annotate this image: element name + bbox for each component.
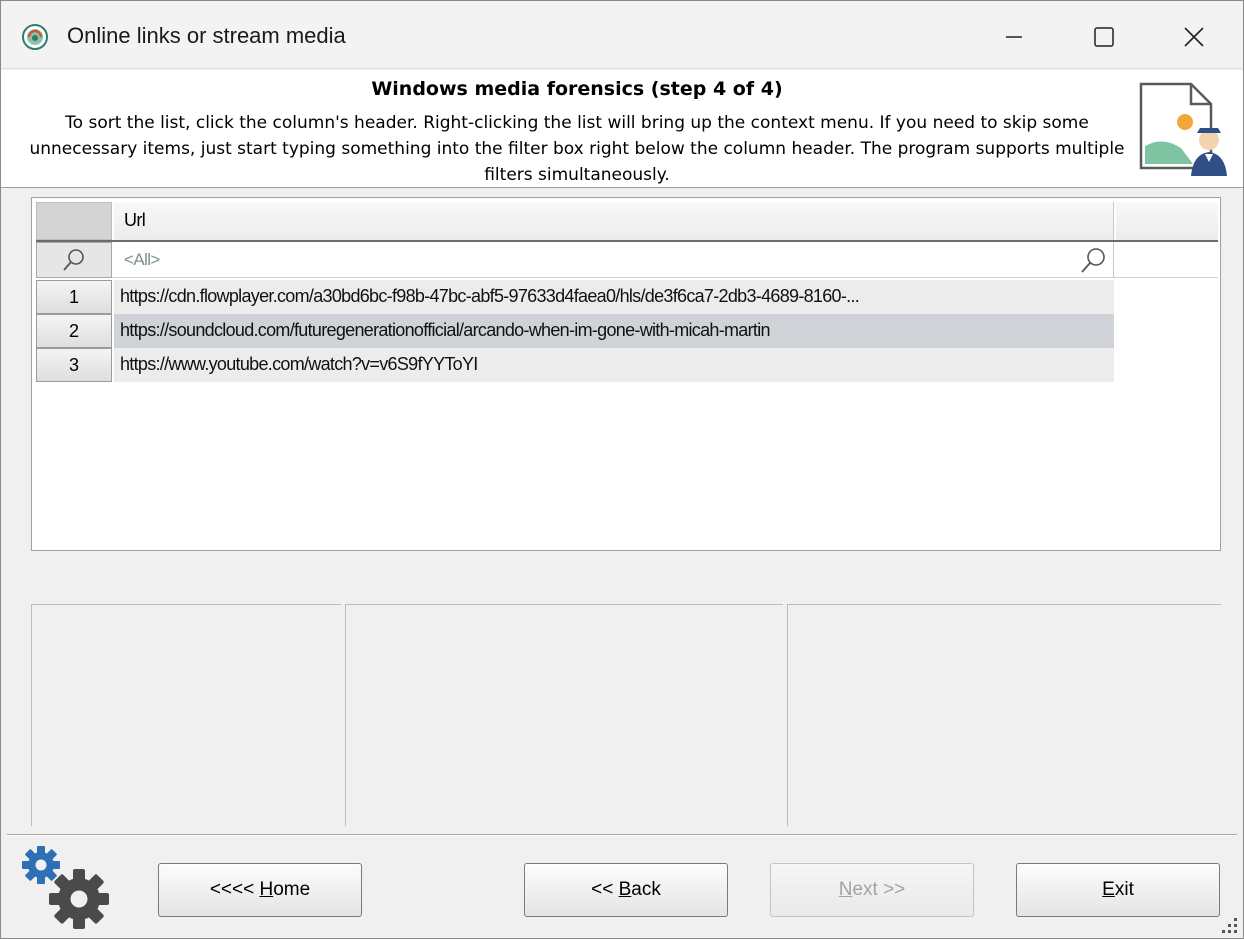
exit-button-label: xit [1114, 879, 1134, 900]
row-number: 3 [36, 348, 112, 382]
url-filter-input[interactable]: <All> [114, 242, 1114, 278]
url-cell[interactable]: https://soundcloud.com/futuregenerationo… [114, 314, 1114, 348]
back-button-prefix: << [591, 879, 619, 900]
filter-search-icon[interactable] [1079, 246, 1107, 274]
grid-header-filler [1116, 202, 1218, 240]
filter-row: <All> [36, 242, 1218, 278]
exit-button[interactable]: Exit [1016, 863, 1220, 917]
close-button[interactable] [1167, 15, 1221, 59]
window-title: Online links or stream media [67, 23, 346, 48]
minimize-icon [1006, 36, 1022, 38]
settings-gears-icon[interactable] [19, 843, 115, 935]
maximize-icon [1094, 27, 1114, 47]
url-cell[interactable]: https://www.youtube.com/watch?v=v6S9fYYT… [114, 348, 1114, 382]
media-forensics-icon [1139, 82, 1227, 176]
app-icon [22, 24, 48, 50]
home-button-label: ome [273, 879, 311, 900]
title-bar[interactable]: Online links or stream media [1, 1, 1243, 69]
next-button[interactable]: Next >> [770, 863, 974, 917]
info-panel-left [31, 604, 341, 826]
table-row[interactable]: 3 https://www.youtube.com/watch?v=v6S9fY… [36, 348, 1114, 382]
grid-header-row: Url [36, 202, 1218, 242]
maximize-button[interactable] [1077, 15, 1131, 59]
footer-separator [7, 834, 1237, 836]
next-button-label: ext >> [852, 879, 906, 900]
home-button-accel: H [259, 879, 274, 900]
filter-placeholder: <All> [124, 250, 160, 269]
step-description: To sort the list, click the column's hea… [29, 113, 1125, 185]
grid-corner-cell[interactable] [36, 202, 112, 240]
search-icon [63, 249, 84, 271]
dialog-window: Online links or stream media Windows med… [0, 0, 1244, 939]
row-number: 1 [36, 280, 112, 314]
back-button-accel: B [618, 879, 632, 900]
column-header-url[interactable]: Url [114, 202, 1114, 240]
filter-corner-cell[interactable] [36, 242, 112, 278]
url-cell[interactable]: https://cdn.flowplayer.com/a30bd6bc-f98b… [114, 280, 1114, 314]
table-row[interactable]: 1 https://cdn.flowplayer.com/a30bd6bc-f9… [36, 280, 1114, 314]
step-title: Windows media forensics (step 4 of 4) [371, 78, 783, 100]
info-panel-middle [345, 604, 783, 826]
row-number: 2 [36, 314, 112, 348]
url-grid[interactable]: Url <All> 1 https://cdn.flowplayer.com/a… [31, 197, 1221, 551]
info-panel-right [787, 604, 1221, 826]
next-button-accel: N [838, 879, 853, 900]
table-row-selected[interactable]: 2 https://soundcloud.com/futuregeneratio… [36, 314, 1114, 348]
home-button[interactable]: <<<< Home [158, 863, 362, 917]
close-icon [1184, 27, 1204, 47]
home-button-prefix: <<<< [209, 879, 260, 900]
minimize-button[interactable] [987, 15, 1041, 59]
back-button-label: ack [631, 879, 661, 900]
resize-grip-icon[interactable] [1219, 915, 1239, 935]
exit-button-accel: E [1102, 879, 1115, 900]
wizard-header: Windows media forensics (step 4 of 4) To… [1, 70, 1243, 188]
back-button[interactable]: << Back [524, 863, 728, 917]
